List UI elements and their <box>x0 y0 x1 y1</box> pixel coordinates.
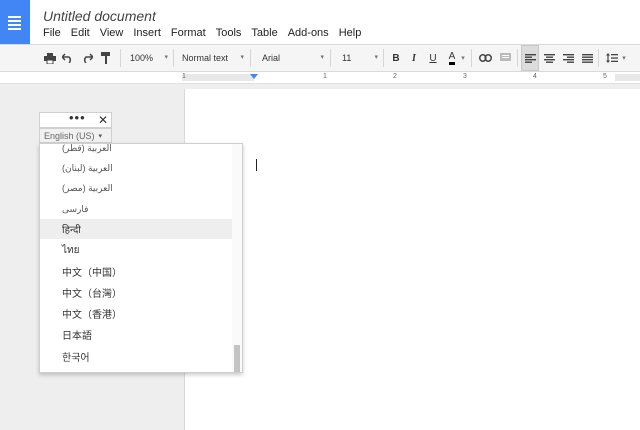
language-option[interactable]: العربية (مصر) <box>40 178 232 198</box>
ruler-number: 3 <box>463 73 467 80</box>
font-size-select[interactable]: 11 ▾ <box>342 45 378 71</box>
chevron-down-icon: ▾ <box>320 54 324 61</box>
menu-addons[interactable]: Add-ons <box>288 27 329 39</box>
font-size-value: 11 <box>342 53 352 63</box>
toolbar-divider <box>383 49 384 67</box>
more-options-icon[interactable]: ••• <box>69 110 86 125</box>
chevron-down-icon[interactable]: ▾ <box>459 45 467 71</box>
redo-icon[interactable] <box>79 45 95 71</box>
toolbar-divider <box>173 49 174 67</box>
chevron-down-icon: ▾ <box>240 54 244 61</box>
comment-icon[interactable] <box>497 45 513 71</box>
ruler-number: 5 <box>603 73 607 80</box>
chevron-down-icon[interactable]: ▾ <box>620 45 628 71</box>
toolbar-divider <box>120 49 121 67</box>
language-option[interactable]: हिन्दी <box>40 219 232 239</box>
menu-insert[interactable]: Insert <box>133 27 161 39</box>
toolbar: 100% ▾ Normal text ▾ Arial ▾ 11 ▾ B I U … <box>0 44 640 72</box>
bold-button[interactable]: B <box>388 45 404 71</box>
language-option[interactable]: ไทย <box>40 240 232 260</box>
font-value: Arial <box>262 53 281 63</box>
toolbar-divider <box>598 49 599 67</box>
menu-format[interactable]: Format <box>171 27 206 39</box>
ruler: 1 1 2 3 4 5 <box>0 72 640 84</box>
style-value: Normal text <box>182 53 229 63</box>
menu-help[interactable]: Help <box>339 27 362 39</box>
chevron-down-icon: ▾ <box>374 54 378 61</box>
input-tools-panel: ••• ✕ English (US) ▾ <box>39 110 112 143</box>
justify-button[interactable] <box>578 45 596 71</box>
ruler-number: 2 <box>393 73 397 80</box>
paint-format-icon[interactable] <box>98 45 114 71</box>
align-left-button[interactable] <box>521 45 539 71</box>
ruler-margin-left <box>182 74 254 81</box>
language-option[interactable]: 日本語 <box>40 324 232 344</box>
language-option[interactable]: 中文（香港） <box>40 303 232 323</box>
ruler-number: 4 <box>533 73 537 80</box>
underline-button[interactable]: U <box>425 45 441 71</box>
docs-home-icon[interactable] <box>0 0 30 44</box>
document-page[interactable] <box>184 89 640 430</box>
close-icon[interactable]: ✕ <box>98 113 108 127</box>
ruler-number: 1 <box>323 73 327 80</box>
text-color-label: A <box>448 51 456 65</box>
language-option[interactable]: العربية (قطر) <box>40 144 232 158</box>
toolbar-divider <box>250 49 251 67</box>
language-value: English (US) <box>44 130 95 141</box>
ruler-margin-right <box>615 74 640 81</box>
language-option[interactable]: 中文（台灣） <box>40 282 232 302</box>
font-select[interactable]: Arial ▾ <box>262 45 324 71</box>
toolbar-divider <box>471 49 472 67</box>
menu-view[interactable]: View <box>100 27 124 39</box>
scrollbar-track[interactable] <box>232 144 242 372</box>
menu-table[interactable]: Table <box>251 27 277 39</box>
text-color-button[interactable]: A <box>444 45 460 71</box>
language-option[interactable]: 한국어 <box>40 346 232 366</box>
line-spacing-icon[interactable] <box>604 45 620 71</box>
zoom-value: 100% <box>130 53 154 63</box>
undo-icon[interactable] <box>60 45 76 71</box>
language-dropdown: العربية (قطر) العربية (لبنان) العربية (م… <box>39 143 243 373</box>
link-icon[interactable] <box>477 45 493 71</box>
chevron-down-icon: ▾ <box>164 54 168 61</box>
menu-file[interactable]: File <box>43 27 61 39</box>
language-option[interactable]: العربية (لبنان) <box>40 158 232 178</box>
language-select-button[interactable]: English (US) ▾ <box>39 128 112 143</box>
app-header: Untitled document File Edit View Insert … <box>0 0 640 44</box>
chevron-down-icon: ▾ <box>98 132 103 140</box>
menu-edit[interactable]: Edit <box>71 27 90 39</box>
align-center-button[interactable] <box>540 45 558 71</box>
menu-tools[interactable]: Tools <box>216 27 242 39</box>
language-option[interactable]: 中文（中国） <box>40 261 232 281</box>
indent-marker[interactable] <box>250 74 258 79</box>
scrollbar-thumb[interactable] <box>234 345 240 372</box>
italic-button[interactable]: I <box>406 45 422 71</box>
toolbar-divider <box>330 49 331 67</box>
print-icon[interactable] <box>42 45 58 71</box>
ruler-number: 1 <box>182 73 186 80</box>
menu-bar: File Edit View Insert Format Tools Table… <box>43 27 371 39</box>
text-cursor <box>256 159 257 171</box>
align-right-button[interactable] <box>559 45 577 71</box>
input-tools-header: ••• ✕ <box>39 110 112 128</box>
document-title[interactable]: Untitled document <box>43 8 156 24</box>
language-option[interactable]: فارسی <box>40 199 232 219</box>
zoom-select[interactable]: 100% ▾ <box>130 45 168 71</box>
toolbar-divider <box>517 49 518 67</box>
style-select[interactable]: Normal text ▾ <box>182 45 244 71</box>
